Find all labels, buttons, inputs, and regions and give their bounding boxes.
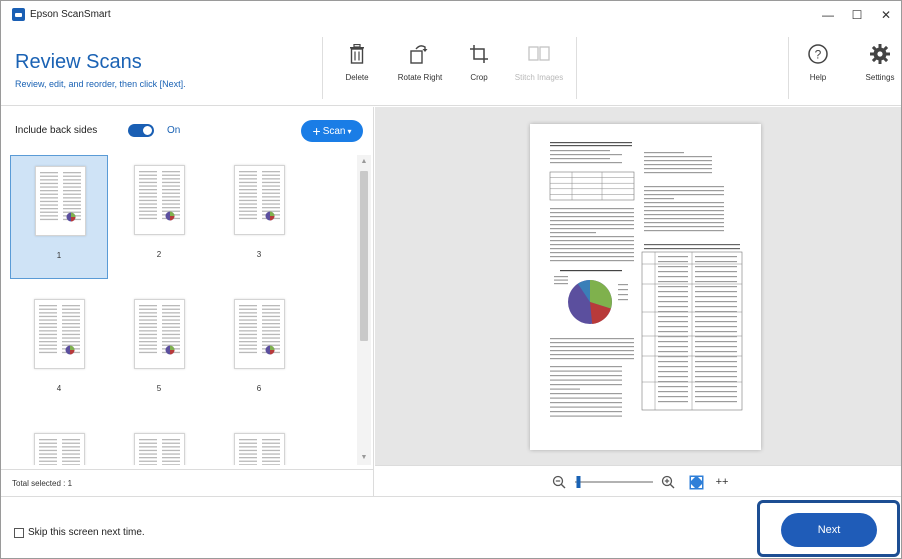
- delete-button[interactable]: Delete: [337, 37, 377, 99]
- help-icon: ?: [805, 41, 831, 67]
- toolbar-divider: [576, 37, 577, 99]
- app-window: Epson ScanSmart — ☐ ✕ Review Scans Revie…: [0, 0, 902, 559]
- page-thumbnail[interactable]: [210, 423, 308, 465]
- thumbnail-image: [34, 299, 85, 369]
- page-thumbnail[interactable]: [110, 423, 208, 465]
- page-thumbnail[interactable]: 1: [10, 155, 108, 279]
- chevron-down-icon: ▾: [347, 126, 352, 136]
- thumbnail-image: [134, 299, 185, 369]
- scanned-page-preview: [530, 124, 761, 450]
- gear-icon: [867, 41, 893, 67]
- scrollbar-thumb[interactable]: [360, 171, 368, 341]
- svg-text:?: ?: [815, 48, 822, 62]
- preview-panel: ++: [375, 107, 901, 496]
- settings-label: Settings: [865, 73, 895, 82]
- thumbnail-panel: Include back sides On + Scan ▾ 1 2 3 4 5 6 ▲ …: [1, 107, 374, 496]
- page-thumbnail[interactable]: 4: [10, 289, 108, 413]
- thumbnail-image: [234, 165, 285, 235]
- skip-screen-label[interactable]: Skip this screen next time.: [28, 527, 145, 538]
- page-thumbnail[interactable]: 5: [110, 289, 208, 413]
- thumbnail-number: 3: [256, 250, 262, 259]
- rotate-right-label: Rotate Right: [397, 73, 443, 82]
- window-title: Epson ScanSmart: [30, 9, 111, 20]
- next-button-highlight: Next: [757, 500, 900, 557]
- toggle-knob: [142, 125, 153, 136]
- thumbnail-image: [35, 166, 86, 236]
- thumbnail-image: [134, 165, 185, 235]
- stitch-images-label: Stitch Images: [514, 73, 564, 82]
- thumbnail-grid: 1 2 3 4 5 6: [10, 155, 356, 465]
- rotate-right-button[interactable]: Rotate Right: [390, 37, 450, 99]
- thumbnail-number: 2: [156, 250, 162, 259]
- crop-label: Crop: [470, 73, 488, 82]
- delete-label: Delete: [345, 73, 369, 82]
- expand-button[interactable]: ++: [712, 474, 732, 490]
- include-back-sides-state: On: [167, 125, 181, 136]
- plus-icon: +: [312, 123, 321, 139]
- thumbnail-image: [34, 433, 85, 465]
- next-button[interactable]: Next: [781, 513, 877, 547]
- thumbnail-image: [234, 433, 285, 465]
- status-bar: Total selected : 1: [1, 469, 373, 496]
- page-thumbnail[interactable]: 2: [110, 155, 208, 279]
- help-label: Help: [809, 73, 827, 82]
- thumbnail-image: [234, 299, 285, 369]
- title-bar: Epson ScanSmart — ☐ ✕: [1, 1, 901, 28]
- toolbar-divider: [788, 37, 789, 99]
- zoom-out-icon[interactable]: [551, 474, 567, 490]
- scan-button[interactable]: + Scan ▾: [301, 120, 363, 142]
- page-thumbnail[interactable]: [10, 423, 108, 465]
- zoom-in-icon[interactable]: [660, 474, 676, 490]
- page-thumbnail[interactable]: 3: [210, 155, 308, 279]
- page-thumbnail[interactable]: 6: [210, 289, 308, 413]
- page-subtitle: Review, edit, and reorder, then click [N…: [15, 79, 186, 89]
- crop-icon: [466, 41, 492, 67]
- scroll-up-icon[interactable]: ▲: [357, 156, 371, 168]
- include-back-sides-toggle[interactable]: [128, 124, 154, 137]
- rotate-right-icon: [407, 41, 433, 67]
- zoom-slider-handle: [576, 476, 581, 488]
- maximize-button[interactable]: ☐: [842, 1, 872, 28]
- skip-screen-checkbox[interactable]: [14, 528, 24, 538]
- thumbnail-number: 5: [156, 384, 162, 393]
- thumbnail-number: 1: [56, 251, 62, 260]
- toolbar-divider: [322, 37, 323, 99]
- close-button[interactable]: ✕: [871, 1, 901, 28]
- fit-page-icon[interactable]: [688, 474, 704, 490]
- stitch-images-button[interactable]: Stitch Images: [509, 37, 569, 99]
- thumbnail-image: [134, 433, 185, 465]
- settings-button[interactable]: Settings: [862, 37, 898, 99]
- thumbnail-scrollbar[interactable]: ▲ ▼: [357, 155, 371, 465]
- page-title: Review Scans: [15, 51, 142, 73]
- footer: Skip this screen next time. Next: [1, 496, 901, 558]
- zoom-slider[interactable]: [573, 474, 655, 490]
- trash-icon: [344, 41, 370, 67]
- scan-button-label: Scan: [322, 125, 346, 137]
- scanned-document-image: [549, 142, 743, 417]
- total-selected-text: Total selected : 1: [12, 478, 73, 488]
- header: Review Scans Review, edit, and reorder, …: [1, 29, 901, 106]
- minimize-button[interactable]: —: [813, 1, 843, 28]
- include-back-sides-label: Include back sides: [15, 125, 98, 136]
- crop-button[interactable]: Crop: [462, 37, 496, 99]
- thumbnail-number: 6: [256, 384, 262, 393]
- scroll-down-icon[interactable]: ▼: [357, 452, 371, 464]
- stitch-images-icon: [526, 41, 552, 67]
- help-button[interactable]: ? Help: [801, 37, 835, 99]
- epson-app-icon: [12, 8, 25, 21]
- thumbnail-number: 4: [56, 384, 62, 393]
- zoom-bar: ++: [375, 465, 901, 496]
